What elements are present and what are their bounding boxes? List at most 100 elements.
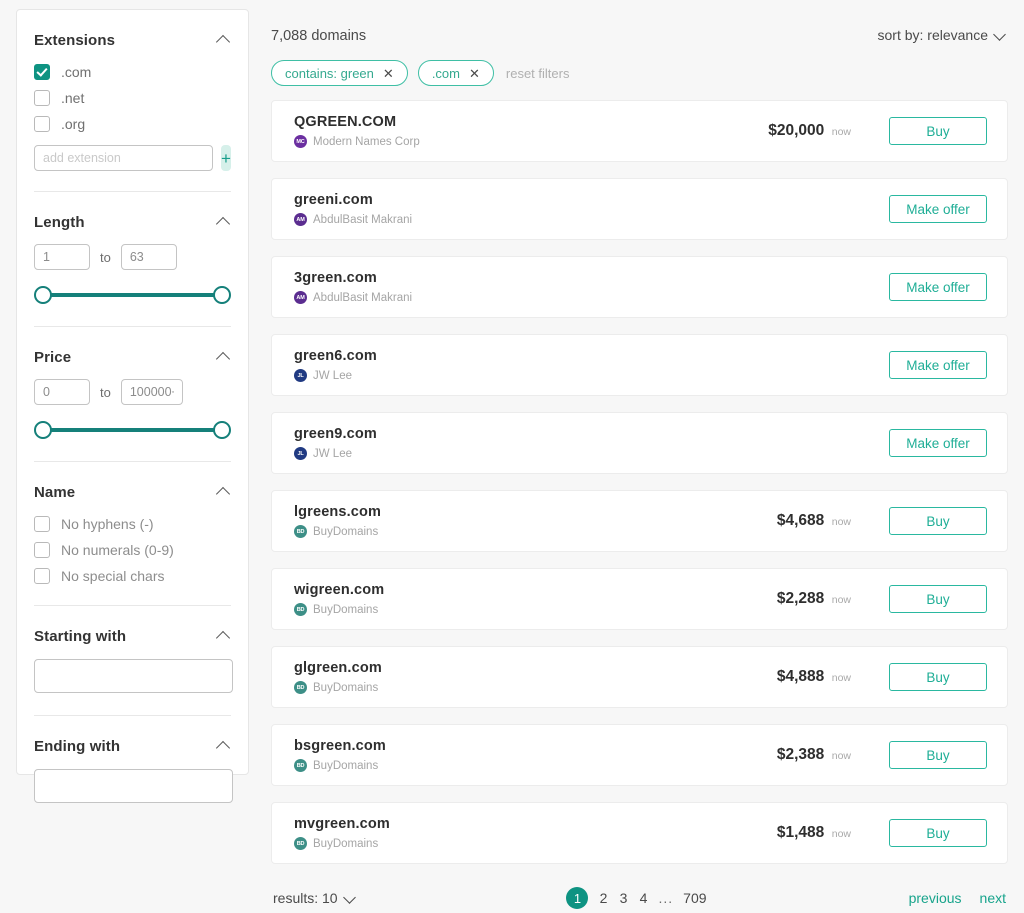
- domain-name[interactable]: wigreen.com: [294, 582, 777, 598]
- result-info: green9.com JL JW Lee: [294, 426, 848, 460]
- checkbox-row-com[interactable]: .com: [33, 59, 232, 85]
- add-extension-input[interactable]: [34, 145, 213, 171]
- next-page-link[interactable]: next: [980, 890, 1006, 906]
- facet-name-header[interactable]: Name: [33, 462, 232, 511]
- add-extension-button[interactable]: +: [221, 145, 231, 171]
- price-range-inputs: to: [33, 376, 232, 405]
- buy-button[interactable]: Buy: [889, 585, 987, 613]
- facet-starting-with-header[interactable]: Starting with: [33, 606, 232, 655]
- close-icon[interactable]: ✕: [383, 67, 394, 80]
- table-row[interactable]: green9.com JL JW Lee Make offer: [271, 412, 1008, 474]
- result-info: mvgreen.com BD BuyDomains: [294, 816, 777, 850]
- buy-button[interactable]: Buy: [889, 507, 987, 535]
- page-button-last[interactable]: 709: [683, 890, 706, 906]
- result-info: QGREEN.COM MC Modern Names Corp: [294, 114, 768, 148]
- facet-name: Name No hyphens (-) No numerals (0-9) No…: [33, 462, 232, 605]
- table-row[interactable]: greeni.com AM AbdulBasit Makrani Make of…: [271, 178, 1008, 240]
- facet-extensions-header[interactable]: Extensions: [33, 10, 232, 59]
- chevron-up-icon[interactable]: [217, 742, 231, 751]
- seller-name: AbdulBasit Makrani: [313, 291, 413, 304]
- length-min-input[interactable]: [34, 244, 90, 270]
- page-button-1[interactable]: 1: [566, 887, 589, 909]
- length-slider-max-handle[interactable]: [213, 286, 231, 304]
- domain-name[interactable]: QGREEN.COM: [294, 114, 768, 130]
- price-slider-max-handle[interactable]: [213, 421, 231, 439]
- buy-button[interactable]: Buy: [889, 117, 987, 145]
- facet-ending-with-header[interactable]: Ending with: [33, 716, 232, 765]
- domain-name[interactable]: 3green.com: [294, 270, 848, 286]
- price-slider[interactable]: [34, 419, 231, 441]
- ending-with-input[interactable]: [34, 769, 233, 803]
- buy-button[interactable]: Buy: [889, 741, 987, 769]
- checkbox-row-org[interactable]: .org: [33, 111, 232, 137]
- price-suffix: now: [831, 750, 851, 762]
- reset-filters-link[interactable]: reset filters: [506, 66, 570, 81]
- chevron-down-icon: [344, 892, 356, 904]
- table-row[interactable]: lgreens.com BD BuyDomains $4,688 now Buy: [271, 490, 1008, 552]
- price-slider-min-handle[interactable]: [34, 421, 52, 439]
- price-min-input[interactable]: [34, 379, 90, 405]
- search-results-panel: 7,088 domains sort by: relevance contain…: [265, 9, 1024, 913]
- filter-chip-com[interactable]: .com ✕: [417, 60, 494, 86]
- checkbox-com[interactable]: [34, 64, 50, 80]
- table-row[interactable]: glgreen.com BD BuyDomains $4,888 now Buy: [271, 646, 1008, 708]
- chevron-up-icon[interactable]: [217, 353, 231, 362]
- price-max-input[interactable]: [120, 379, 183, 405]
- checkbox-org[interactable]: [34, 116, 50, 132]
- checkbox-no-numerals[interactable]: [34, 542, 50, 558]
- length-to-label: to: [100, 249, 111, 265]
- table-row[interactable]: mvgreen.com BD BuyDomains $1,488 now Buy: [271, 802, 1008, 864]
- price-amount: $2,288: [776, 590, 825, 607]
- checkbox-net[interactable]: [34, 90, 50, 106]
- table-row[interactable]: wigreen.com BD BuyDomains $2,288 now Buy: [271, 568, 1008, 630]
- result-info: lgreens.com BD BuyDomains: [294, 504, 777, 538]
- starting-with-input[interactable]: [34, 659, 233, 693]
- page-button-3[interactable]: 3: [618, 890, 628, 906]
- table-row[interactable]: 3green.com AM AbdulBasit Makrani Make of…: [271, 256, 1008, 318]
- domain-name[interactable]: glgreen.com: [294, 660, 777, 676]
- results-per-page-dropdown[interactable]: results: 10: [273, 890, 356, 906]
- domain-name[interactable]: greeni.com: [294, 192, 848, 208]
- facet-price-header[interactable]: Price: [33, 327, 232, 376]
- table-row[interactable]: bsgreen.com BD BuyDomains $2,388 now Buy: [271, 724, 1008, 786]
- domain-name[interactable]: green6.com: [294, 348, 848, 364]
- checkbox-no-hyphens[interactable]: [34, 516, 50, 532]
- domain-name[interactable]: green9.com: [294, 426, 848, 442]
- make-offer-button[interactable]: Make offer: [889, 195, 987, 223]
- avatar: AM: [294, 291, 307, 304]
- sort-dropdown[interactable]: sort by: relevance: [878, 27, 1007, 43]
- domain-name[interactable]: mvgreen.com: [294, 816, 777, 832]
- close-icon[interactable]: ✕: [469, 67, 480, 80]
- facet-price: Price to: [33, 327, 232, 441]
- length-slider[interactable]: [34, 284, 231, 306]
- price: $2,388 now: [777, 746, 851, 764]
- buy-button[interactable]: Buy: [889, 819, 987, 847]
- domain-name[interactable]: bsgreen.com: [294, 738, 777, 754]
- buy-button[interactable]: Buy: [889, 663, 987, 691]
- table-row[interactable]: QGREEN.COM MC Modern Names Corp $20,000 …: [271, 100, 1008, 162]
- make-offer-button[interactable]: Make offer: [889, 273, 987, 301]
- table-row[interactable]: green6.com JL JW Lee Make offer: [271, 334, 1008, 396]
- checkbox-no-special-chars[interactable]: [34, 568, 50, 584]
- chevron-up-icon[interactable]: [217, 632, 231, 641]
- checkbox-row-net[interactable]: .net: [33, 85, 232, 111]
- checkbox-row-no-hyphens[interactable]: No hyphens (-): [33, 511, 232, 537]
- make-offer-button[interactable]: Make offer: [889, 429, 987, 457]
- chevron-up-icon[interactable]: [217, 488, 231, 497]
- length-max-input[interactable]: [120, 244, 177, 270]
- filter-chip-contains-green[interactable]: contains: green ✕: [271, 60, 408, 86]
- facet-length-header[interactable]: Length: [33, 192, 232, 241]
- checkbox-row-no-special-chars[interactable]: No special chars: [33, 563, 232, 589]
- results-list: QGREEN.COM MC Modern Names Corp $20,000 …: [265, 86, 1008, 864]
- chevron-up-icon[interactable]: [217, 218, 231, 227]
- domain-name[interactable]: lgreens.com: [294, 504, 777, 520]
- chevron-up-icon[interactable]: [217, 36, 231, 45]
- make-offer-button[interactable]: Make offer: [889, 351, 987, 379]
- facet-extensions: Extensions .com .net .org +: [33, 10, 232, 191]
- price: [848, 200, 851, 218]
- length-slider-min-handle[interactable]: [34, 286, 52, 304]
- page-button-4[interactable]: 4: [638, 890, 648, 906]
- previous-page-link[interactable]: previous: [909, 890, 962, 906]
- checkbox-row-no-numerals[interactable]: No numerals (0-9): [33, 537, 232, 563]
- page-button-2[interactable]: 2: [598, 890, 608, 906]
